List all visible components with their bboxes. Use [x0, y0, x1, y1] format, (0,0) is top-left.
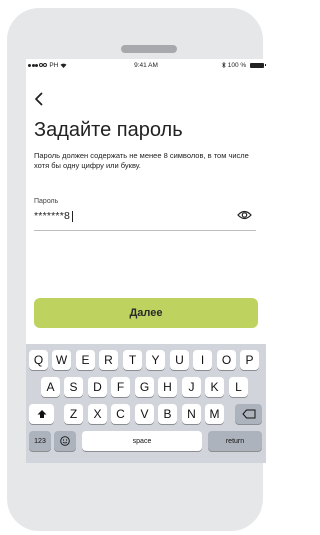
key-z[interactable]: Z: [64, 404, 83, 424]
page-title: Задайте пароль: [34, 119, 183, 141]
key-f[interactable]: F: [111, 377, 130, 397]
key-i[interactable]: I: [193, 350, 212, 370]
phone-screen: PH 9:41 AM 100 % Задайте пароль Пароль д…: [26, 59, 266, 463]
key-e[interactable]: E: [76, 350, 95, 370]
password-field[interactable]: *******8: [34, 210, 74, 222]
key-g[interactable]: G: [135, 377, 154, 397]
key-q[interactable]: Q: [29, 350, 48, 370]
phone-speaker: [121, 45, 177, 53]
key-b[interactable]: B: [158, 404, 177, 424]
key-o[interactable]: O: [217, 350, 236, 370]
shift-icon: [37, 410, 46, 418]
chevron-left-icon: [35, 92, 43, 106]
key-m[interactable]: M: [205, 404, 224, 424]
key-n[interactable]: N: [182, 404, 201, 424]
key-h[interactable]: H: [158, 377, 177, 397]
numbers-key[interactable]: 123: [29, 431, 51, 451]
next-button[interactable]: Далее: [34, 298, 258, 328]
key-w[interactable]: W: [52, 350, 71, 370]
backspace-icon: [241, 409, 255, 419]
key-u[interactable]: U: [170, 350, 189, 370]
space-key[interactable]: space: [82, 431, 202, 451]
key-x[interactable]: X: [88, 404, 107, 424]
back-button[interactable]: [34, 92, 43, 109]
key-a[interactable]: A: [41, 377, 60, 397]
key-d[interactable]: D: [88, 377, 107, 397]
key-j[interactable]: J: [182, 377, 201, 397]
key-p[interactable]: P: [240, 350, 259, 370]
battery-indicator: 100 %: [222, 62, 266, 69]
key-v[interactable]: V: [135, 404, 154, 424]
shift-key[interactable]: [29, 404, 54, 424]
key-y[interactable]: Y: [146, 350, 165, 370]
text-cursor: [72, 210, 74, 222]
emoji-icon: [60, 436, 70, 446]
password-value: *******8: [34, 210, 71, 222]
emoji-key[interactable]: [54, 431, 76, 451]
key-s[interactable]: S: [64, 377, 83, 397]
password-requirements: Пароль должен содержать не менее 8 симво…: [34, 151, 249, 170]
keyboard: Q W E R T Y U I O P A S D F G H J K L Z …: [26, 344, 266, 463]
key-t[interactable]: T: [123, 350, 142, 370]
delete-key[interactable]: [235, 404, 262, 424]
key-r[interactable]: R: [99, 350, 118, 370]
eye-icon[interactable]: [237, 209, 252, 221]
password-label: Пароль: [34, 198, 59, 205]
key-c[interactable]: C: [111, 404, 130, 424]
bluetooth-icon: [222, 62, 226, 69]
status-bar: PH 9:41 AM 100 %: [26, 59, 266, 73]
key-l[interactable]: L: [229, 377, 248, 397]
password-field-underline: [34, 230, 256, 231]
battery-icon: [250, 62, 266, 68]
key-k[interactable]: K: [205, 377, 224, 397]
return-key[interactable]: return: [208, 431, 262, 451]
battery-percent: 100 %: [227, 62, 247, 69]
